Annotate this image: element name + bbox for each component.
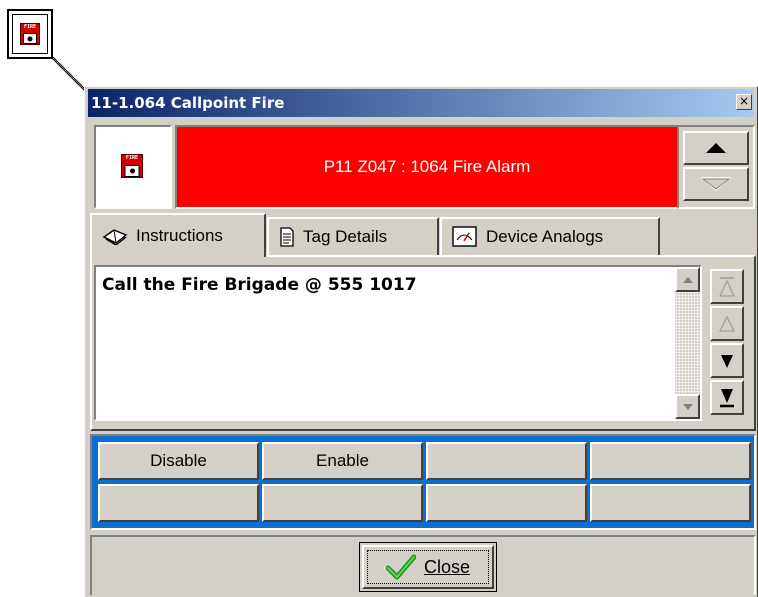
scroll-up-arrow-icon (682, 276, 693, 283)
triangle-down-icon (701, 177, 731, 191)
tab-device-analogs-label: Device Analogs (486, 227, 604, 246)
tab-tag-details[interactable]: Tag Details (267, 217, 439, 255)
fire-callpoint-icon: FIRE (20, 23, 40, 45)
alarm-dialog: 11-1.064 Callpoint Fire × FIRE P11 Z047 … (84, 86, 758, 597)
book-icon (102, 227, 128, 245)
page-up-button[interactable] (710, 306, 744, 341)
next-alarm-button[interactable] (683, 167, 749, 201)
alarm-navigation (677, 125, 755, 209)
window-title: 11-1.064 Callpoint Fire (91, 94, 285, 112)
close-icon: × (738, 94, 750, 108)
scroll-down-button[interactable] (675, 394, 700, 419)
tab-tag-details-label: Tag Details (303, 227, 388, 246)
gauge-icon (452, 226, 478, 248)
action-button-empty[interactable] (590, 442, 751, 480)
tab-instructions[interactable]: Instructions (90, 213, 266, 257)
action-button-empty[interactable] (262, 484, 423, 522)
scroll-top-button[interactable] (710, 269, 744, 304)
instructions-scrollbar[interactable] (675, 267, 700, 419)
disable-button-label: Disable (150, 451, 207, 470)
tab-instructions-label: Instructions (136, 226, 223, 245)
scroll-bottom-button[interactable] (710, 380, 744, 415)
action-button-empty[interactable] (426, 442, 587, 480)
screen: FIRE 11-1.064 Callpoint Fire × FIRE P11 … (0, 0, 758, 597)
page-down-button[interactable] (710, 343, 744, 378)
alarm-message: P11 Z047 : 1064 Fire Alarm (323, 157, 531, 176)
previous-alarm-button[interactable] (683, 131, 749, 165)
title-bar[interactable]: 11-1.064 Callpoint Fire × (88, 89, 754, 117)
alarm-message-banner: P11 Z047 : 1064 Fire Alarm (175, 125, 679, 209)
action-button-empty[interactable] (98, 484, 259, 522)
window-close-button[interactable]: × (736, 94, 752, 110)
scroll-top-icon (718, 276, 736, 297)
alarm-icon-box: FIRE (94, 125, 172, 209)
action-button-empty[interactable] (590, 484, 751, 522)
disable-button[interactable]: Disable (98, 442, 259, 480)
enable-button[interactable]: Enable (262, 442, 423, 480)
device-marker[interactable]: FIRE (7, 9, 53, 59)
instructions-text: Call the Fire Brigade @ 555 1017 (102, 275, 417, 295)
scroll-bottom-icon (720, 388, 734, 407)
action-buttons-panel: Disable Enable (90, 434, 756, 530)
scroll-up-button[interactable] (675, 267, 700, 292)
scroll-down-arrow-icon (682, 403, 693, 410)
instructions-memo[interactable]: Call the Fire Brigade @ 555 1017 (94, 265, 702, 421)
triangle-up-icon (706, 143, 726, 153)
close-button[interactable]: Close (359, 542, 497, 592)
fire-callpoint-icon: FIRE (121, 154, 143, 178)
document-icon (279, 227, 295, 247)
enable-button-label: Enable (316, 451, 369, 470)
page-down-icon (721, 354, 733, 368)
tab-device-analogs[interactable]: Device Analogs (440, 217, 660, 255)
checkmark-icon (385, 554, 416, 580)
page-up-icon (718, 315, 736, 332)
close-button-label: Close (423, 556, 471, 577)
action-button-empty[interactable] (426, 484, 587, 522)
